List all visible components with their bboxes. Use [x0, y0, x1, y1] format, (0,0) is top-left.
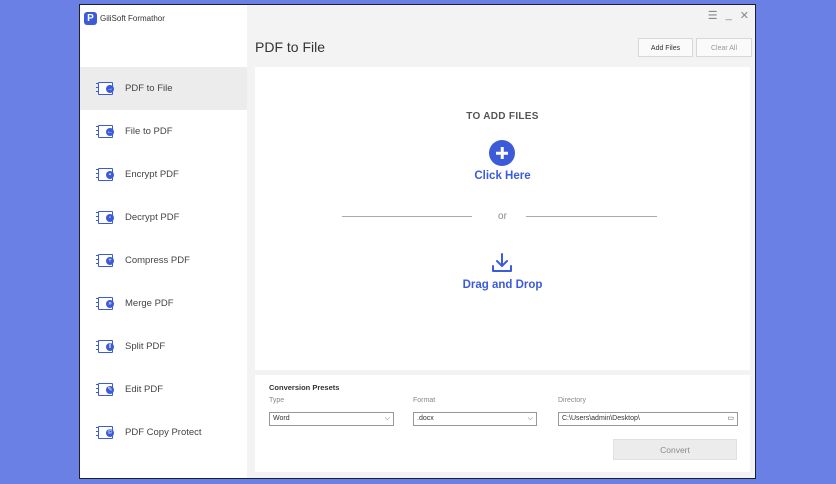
edit-pencil-icon: ✎ [96, 382, 118, 397]
brand: P GiliSoft Formathor [84, 10, 165, 26]
sidebar-item-label: Decrypt PDF [125, 212, 180, 223]
directory-label: Directory [558, 397, 587, 404]
app-title: GiliSoft Formathor [100, 13, 165, 23]
chevron-down-icon: ⌵ [384, 415, 390, 422]
merge-icon: » [96, 296, 118, 311]
directory-value: C:\Users\admin\Desktop\ [562, 415, 640, 422]
type-label: Type [269, 397, 285, 404]
window-controls: ☰ _ ✕ [708, 9, 749, 22]
sidebar-item-file-to-pdf[interactable]: ← File to PDF [80, 110, 247, 153]
sidebar-item-label: PDF Copy Protect [125, 427, 202, 438]
sidebar-item-encrypt-pdf[interactable]: ▪ Encrypt PDF [80, 153, 247, 196]
add-files-button[interactable]: Add Files [638, 38, 693, 57]
click-here-link[interactable]: Click Here [255, 170, 750, 182]
split-icon: ‖ [96, 339, 118, 354]
copy-protect-icon: © [96, 425, 118, 440]
folder-icon[interactable]: ▭ [727, 413, 734, 425]
minimize-icon[interactable]: _ [726, 9, 732, 22]
download-icon [492, 253, 512, 272]
app-window: P GiliSoft Formathor → PDF to File ← Fil… [79, 4, 756, 479]
page-title: PDF to File [255, 39, 326, 55]
sidebar-item-label: Encrypt PDF [125, 169, 179, 180]
encrypt-lock-icon: ▪ [96, 167, 118, 182]
sidebar-item-edit-pdf[interactable]: ✎ Edit PDF [80, 368, 247, 411]
format-label: Format [413, 397, 436, 404]
sidebar-item-label: Split PDF [125, 341, 166, 352]
drop-heading: TO ADD FILES [466, 111, 539, 122]
sidebar-item-compress-pdf[interactable]: + Compress PDF [80, 239, 247, 282]
sidebar-item-label: Merge PDF [125, 298, 174, 309]
sidebar-item-pdf-to-file[interactable]: → PDF to File [80, 67, 247, 110]
sidebar-item-label: File to PDF [125, 126, 173, 137]
drag-and-drop-label: Drag and Drop [462, 279, 543, 291]
compress-icon: + [96, 253, 118, 268]
clear-all-button[interactable]: Clear All [696, 38, 752, 57]
convert-button[interactable]: Convert [613, 439, 737, 460]
add-plus-icon[interactable] [489, 140, 515, 166]
sidebar-item-split-pdf[interactable]: ‖ Split PDF [80, 325, 247, 368]
drop-zone[interactable]: TO ADD FILES Click Here or Drag and Drop [255, 67, 750, 370]
format-select[interactable]: .docx ⌵ [413, 412, 537, 426]
sidebar-item-label: Edit PDF [125, 384, 164, 395]
close-icon[interactable]: ✕ [740, 9, 749, 22]
main-panel: ☰ _ ✕ PDF to File Add Files Clear All TO… [247, 5, 755, 478]
file-to-pdf-icon: ← [96, 124, 118, 139]
directory-field[interactable]: C:\Users\admin\Desktop\ ▭ [558, 412, 738, 426]
sidebar-nav: → PDF to File ← File to PDF ▪ Encrypt PD… [80, 67, 247, 454]
format-value: .docx [417, 415, 434, 422]
type-select[interactable]: Word ⌵ [269, 412, 394, 426]
app-logo-icon: P [84, 11, 97, 25]
decrypt-unlock-icon: ▫ [96, 210, 118, 225]
type-value: Word [273, 415, 290, 422]
pdf-to-file-icon: → [96, 81, 118, 96]
sidebar-item-merge-pdf[interactable]: » Merge PDF [80, 282, 247, 325]
sidebar: P GiliSoft Formathor → PDF to File ← Fil… [80, 5, 247, 478]
conversion-presets: Conversion Presets Type Word ⌵ Format .d… [255, 375, 750, 472]
sidebar-item-label: PDF to File [125, 83, 173, 94]
chevron-down-icon: ⌵ [527, 415, 533, 422]
menu-icon[interactable]: ☰ [708, 9, 718, 22]
sidebar-item-pdf-copy-protect[interactable]: © PDF Copy Protect [80, 411, 247, 454]
sidebar-item-label: Compress PDF [125, 255, 190, 266]
or-label: or [498, 211, 507, 222]
sidebar-item-decrypt-pdf[interactable]: ▫ Decrypt PDF [80, 196, 247, 239]
presets-title: Conversion Presets [269, 383, 340, 392]
divider-right [526, 216, 657, 217]
